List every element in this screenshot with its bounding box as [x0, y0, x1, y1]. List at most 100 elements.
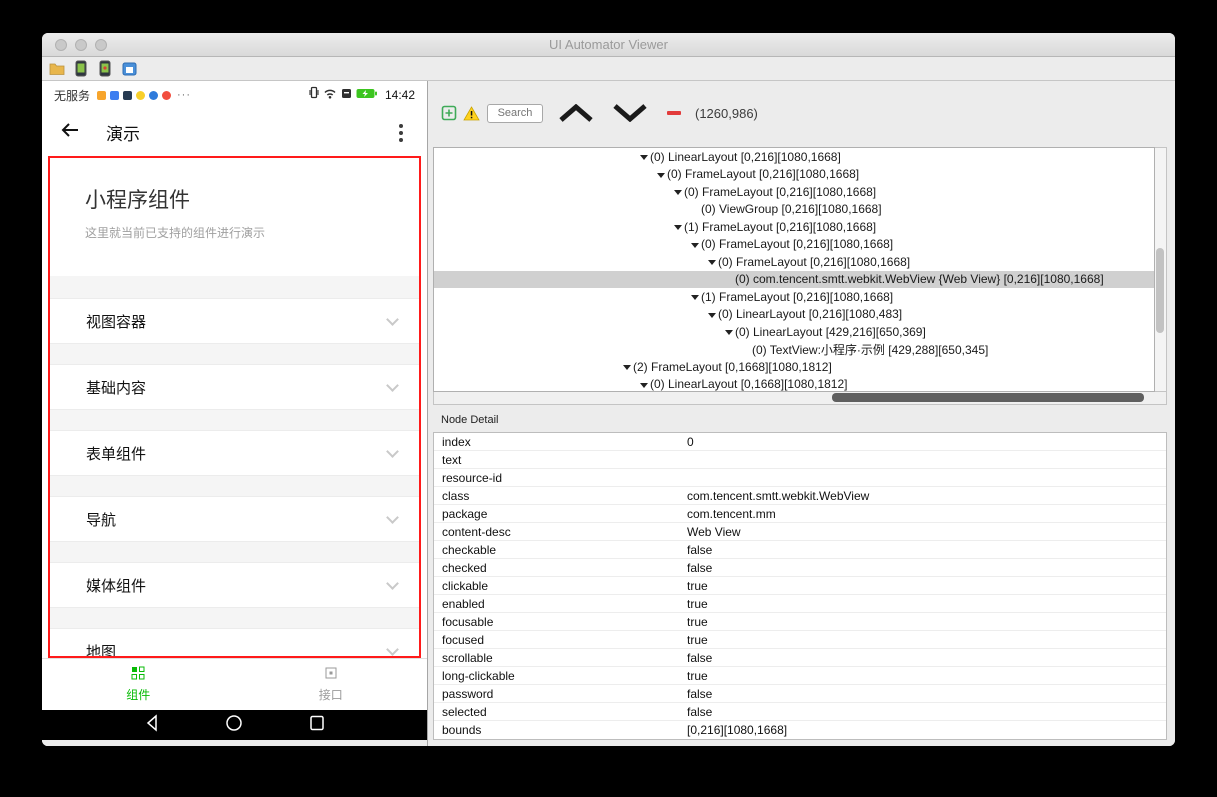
android-home-icon[interactable]	[225, 714, 243, 737]
tree-node[interactable]: (0) FrameLayout [0,216][1080,1668]	[434, 253, 1154, 271]
detail-row: package com.tencent.mm	[434, 505, 1166, 523]
tree-vertical-scrollbar[interactable]	[1155, 147, 1167, 392]
notification-icon	[162, 90, 172, 100]
detail-row: enabled true	[434, 595, 1166, 613]
list-item-label: 视图容器	[86, 313, 147, 331]
menu-icon[interactable]	[399, 123, 409, 142]
carrier-label: 无服务	[54, 88, 91, 103]
list-item-map[interactable]: 地图	[50, 628, 419, 656]
detail-row: bounds [0,216][1080,1668]	[442, 723, 788, 737]
pointer-coordinates: (1260,986)	[695, 105, 758, 121]
warning-icon[interactable]	[462, 104, 480, 122]
tree-node-label: (1) FrameLayout [0,216][1080,1668]	[701, 289, 894, 304]
detail-row: text	[434, 451, 1166, 469]
detail-row: index 0	[434, 433, 1166, 451]
android-recents-icon[interactable]	[309, 714, 325, 737]
list-item-label: 基础内容	[86, 379, 147, 397]
tree-node-label: (0) ViewGroup [0,216][1080,1668]	[701, 202, 882, 217]
expand-arrow-icon[interactable]	[707, 306, 718, 323]
notification-overflow: ···	[177, 89, 192, 101]
miniprogram-title: 小程序组件	[85, 189, 190, 212]
tree-node[interactable]: (0) FrameLayout [0,216][1080,1668]	[434, 166, 1154, 184]
tree-node[interactable]: (0) LinearLayout [0,216][1080,483]	[434, 306, 1154, 324]
notification-icon	[110, 90, 120, 100]
detail-row: focusable true	[434, 613, 1166, 631]
list-item-basic-content[interactable]: 基础内容	[50, 364, 419, 410]
tree-node[interactable]: (0) TextView:小程序·示例 [429,288][650,345]	[434, 341, 1154, 359]
detail-row: content-desc Web View	[434, 523, 1166, 541]
tree-node-label: (0) TextView:小程序·示例 [429,288][650,345]	[752, 342, 989, 357]
scrollbar-thumb[interactable]	[1156, 248, 1164, 333]
tree-node-selected[interactable]: (0) com.tencent.smtt.webkit.WebView {Web…	[434, 270, 1154, 288]
detail-row: checked false	[434, 559, 1166, 577]
tree-node[interactable]: (1) FrameLayout [0,216][1080,1668]	[434, 218, 1154, 236]
detail-row: resource-id	[434, 469, 1166, 487]
tree-horizontal-scrollbar[interactable]	[433, 392, 1167, 405]
list-item-view-container[interactable]: 视图容器	[50, 298, 419, 344]
tree-node[interactable]: (0) FrameLayout [0,216][1080,1668]	[434, 236, 1154, 254]
list-item-label: 导航	[86, 511, 117, 529]
tree-node-label: (0) FrameLayout [0,216][1080,1668]	[701, 237, 894, 252]
page-title: 演示	[106, 125, 140, 144]
expand-arrow-icon[interactable]	[724, 323, 735, 340]
tree-toolbar: (1260,986)	[428, 81, 1175, 145]
phone-nav-bar: 演示	[42, 109, 427, 156]
vibrate-icon	[309, 86, 319, 104]
device-screenshot-panel[interactable]: 无服务 ··· 14:42 演示 小程序组件 这里就当前已支持的组件进行演示 视…	[42, 81, 427, 746]
previous-match-icon[interactable]	[557, 104, 595, 122]
detail-row: scrollable false	[434, 649, 1166, 667]
expand-arrow-icon[interactable]	[690, 236, 701, 253]
api-icon	[324, 666, 338, 683]
list-item-form-components[interactable]: 表单组件	[50, 430, 419, 476]
window-titlebar[interactable]: UI Automator Viewer	[42, 33, 1175, 57]
next-match-icon[interactable]	[611, 104, 649, 122]
remove-highlight-icon[interactable]	[667, 111, 681, 115]
device-screenshot-compressed-icon[interactable]	[96, 60, 114, 78]
tree-node[interactable]: (0) LinearLayout [429,216][650,369]	[434, 323, 1154, 341]
tree-node[interactable]: (0) ViewGroup [0,216][1080,1668]	[434, 201, 1154, 219]
back-icon[interactable]	[60, 122, 80, 143]
component-list: 视图容器 基础内容 表单组件 导航 媒体组件 地图	[50, 276, 419, 656]
notification-icon	[149, 90, 159, 100]
expand-arrow-icon[interactable]	[639, 148, 650, 165]
android-back-icon[interactable]	[145, 713, 159, 737]
tab-components[interactable]: 组件	[42, 659, 235, 710]
save-screenshot-icon[interactable]	[120, 60, 138, 78]
expand-all-icon[interactable]	[440, 104, 458, 122]
tree-node[interactable]: (0) FrameLayout [0,216][1080,1668]	[434, 183, 1154, 201]
miniprogram-header: 小程序组件 这里就当前已支持的组件进行演示	[50, 158, 419, 276]
expand-arrow-icon[interactable]	[639, 376, 650, 391]
expand-arrow-icon[interactable]	[707, 253, 718, 270]
leaf-spacer	[724, 271, 735, 288]
tree-node[interactable]: (2) FrameLayout [0,1668][1080,1812]	[434, 358, 1154, 376]
app-toolbar	[42, 57, 1175, 81]
list-item-media-components[interactable]: 媒体组件	[50, 562, 419, 608]
miniprogram-subtitle: 这里就当前已支持的组件进行演示	[85, 226, 266, 240]
expand-arrow-icon[interactable]	[673, 183, 684, 200]
list-item-navigation[interactable]: 导航	[50, 496, 419, 542]
chevron-down-icon	[386, 642, 399, 656]
list-item-label: 表单组件	[86, 445, 147, 463]
tab-api[interactable]: 接口	[235, 659, 428, 710]
tree-node[interactable]: (1) FrameLayout [0,216][1080,1668]	[434, 288, 1154, 306]
search-input[interactable]	[487, 103, 543, 123]
node-detail-table: index 0 text resource-id class com.tencent…	[433, 432, 1167, 740]
expand-arrow-icon[interactable]	[673, 218, 684, 235]
tree-node[interactable]: (0) LinearLayout [0,1668][1080,1812]	[434, 376, 1154, 391]
detail-row: password false	[434, 685, 1166, 703]
chevron-down-icon	[386, 378, 399, 392]
expand-arrow-icon[interactable]	[622, 358, 633, 375]
ui-hierarchy-tree[interactable]: (0) LinearLayout [0,216][1080,1668] (0) …	[433, 147, 1155, 392]
screenshot-stage: UI Automator Viewer 无服务 ··· 14:42 演示 小程序…	[0, 0, 1217, 797]
tree-node-label: (0) LinearLayout [0,216][1080,1668]	[650, 149, 841, 164]
tree-node[interactable]: (0) LinearLayout [0,216][1080,1668]	[434, 148, 1154, 166]
expand-arrow-icon[interactable]	[656, 166, 667, 183]
tree-node-label: (1) FrameLayout [0,216][1080,1668]	[684, 219, 877, 234]
device-screenshot-icon[interactable]	[72, 60, 90, 78]
expand-arrow-icon[interactable]	[690, 288, 701, 305]
phone-status-bar: 无服务 ··· 14:42	[42, 81, 427, 109]
selected-node-highlight: 小程序组件 这里就当前已支持的组件进行演示 视图容器 基础内容 表单组件 导航 …	[48, 156, 421, 658]
scrollbar-thumb[interactable]	[832, 393, 1144, 402]
open-file-icon[interactable]	[48, 60, 66, 78]
chevron-down-icon	[386, 510, 399, 524]
